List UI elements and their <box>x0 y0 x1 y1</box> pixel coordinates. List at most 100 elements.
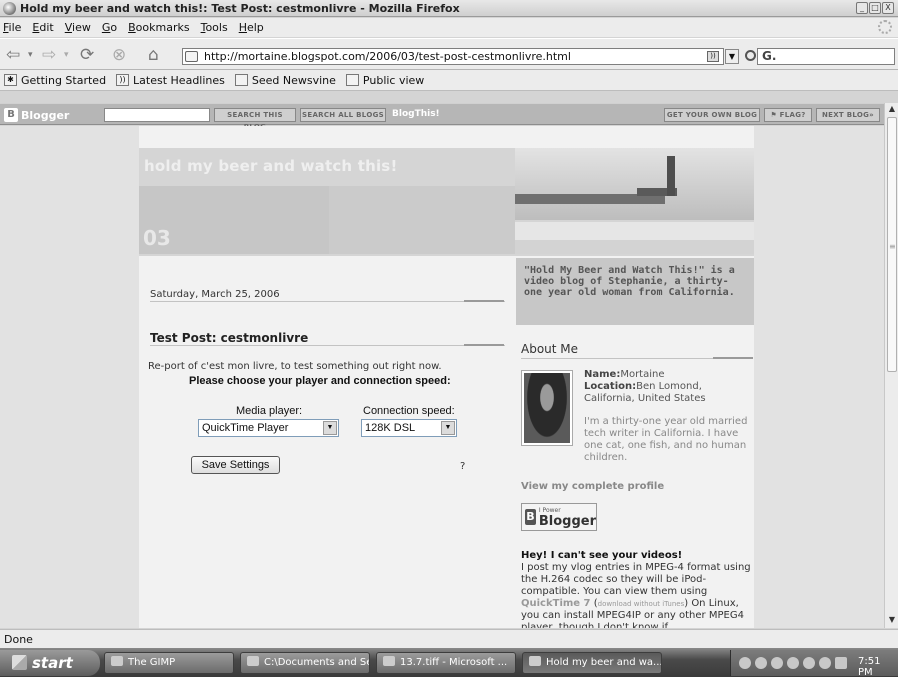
vertical-scrollbar[interactable]: ▲ ≡ ▼ <box>884 103 898 628</box>
divider-accent <box>464 300 504 302</box>
bookmark-latest-headlines[interactable]: )) Latest Headlines <box>116 74 225 87</box>
stop-icon[interactable]: ⊗ <box>112 45 126 65</box>
save-settings-button[interactable]: Save Settings <box>191 456 280 474</box>
taskbar-item-tiff[interactable]: 13.7.tiff - Microsoft ... <box>376 652 516 674</box>
window-titlebar: Hold my beer and watch this!: Test Post:… <box>0 0 898 17</box>
window-title: Hold my beer and watch this!: Test Post:… <box>20 1 460 15</box>
back-arrow-icon[interactable]: ⇦ <box>6 45 20 65</box>
menu-bookmarks[interactable]: Bookmarks <box>128 21 189 34</box>
start-label: start <box>32 654 73 672</box>
system-tray: 7:51 PM <box>730 650 898 677</box>
window-controls: _ □ X <box>856 2 894 14</box>
tray-app-icon[interactable] <box>771 657 783 669</box>
menu-go[interactable]: Go <box>102 21 117 34</box>
home-icon[interactable]: ⌂ <box>148 45 159 65</box>
forward-arrow-icon[interactable]: ⇨ <box>42 45 56 65</box>
menu-edit[interactable]: Edit <box>32 21 53 34</box>
reload-icon[interactable]: ⟳ <box>80 45 94 65</box>
rss-feed-icon[interactable]: )) <box>707 51 719 62</box>
page-icon <box>345 74 359 86</box>
clock: 7:51 PM <box>858 656 881 677</box>
status-bar: Done <box>0 629 898 648</box>
view-profile-link[interactable]: View my complete profile <box>521 481 664 492</box>
maximize-button[interactable]: □ <box>869 2 881 14</box>
scroll-down-arrow-icon[interactable]: ▼ <box>886 615 898 627</box>
next-blog-button[interactable]: NEXT BLOG» <box>816 108 880 122</box>
download-link[interactable]: download without iTunes <box>598 600 685 608</box>
menu-view[interactable]: View <box>65 21 91 34</box>
quicktime-link[interactable]: QuickTime 7 <box>521 598 591 609</box>
tray-app-icon[interactable] <box>803 657 815 669</box>
bookmark-getting-started[interactable]: ✱ Getting Started <box>4 74 106 87</box>
start-button[interactable]: start <box>0 650 100 676</box>
blogthis-link[interactable]: BlogThis! <box>392 109 440 119</box>
help-title: Hey! I can't see your videos! <box>521 550 683 561</box>
chevron-down-icon[interactable]: ▼ <box>441 421 455 435</box>
bookmarks-toolbar: ✱ Getting Started )) Latest Headlines Seed… <box>0 70 898 91</box>
avatar[interactable] <box>521 370 573 446</box>
page-icon <box>185 51 198 62</box>
blog-description: "Hold My Beer and Watch This!" is a vide… <box>516 258 754 325</box>
bookmark-seed-newsvine[interactable]: Seed Newsvine <box>234 73 336 87</box>
blog-title[interactable]: hold my beer and watch this! <box>144 157 397 175</box>
volume-icon[interactable] <box>755 657 767 669</box>
network-icon[interactable] <box>787 657 799 669</box>
blog-content: hold my beer and watch this! 03 Saturday… <box>139 126 754 628</box>
search-this-blog-button[interactable]: SEARCH THIS BLOG <box>214 108 296 131</box>
scrollbar-grip-icon: ≡ <box>889 242 896 251</box>
search-all-blogs-button[interactable]: SEARCH ALL BLOGS <box>300 108 386 122</box>
bookmark-label: Public view <box>362 73 425 87</box>
url-history-dropdown[interactable]: ▼ <box>725 49 739 64</box>
post-title[interactable]: Test Post: cestmonlivre <box>150 331 308 345</box>
help-link[interactable]: ? <box>460 461 465 472</box>
close-button[interactable]: X <box>882 2 894 14</box>
back-dropdown-icon[interactable]: ▾ <box>28 45 33 65</box>
taskbar-item-firefox[interactable]: Hold my beer and wa... <box>522 652 662 674</box>
bookmark-public-view[interactable]: Public view <box>345 73 425 87</box>
chevron-down-icon[interactable]: ▼ <box>323 421 337 435</box>
flag-button[interactable]: ⚑ FLAG? <box>764 108 812 122</box>
menu-help[interactable]: Help <box>239 21 264 34</box>
display-icon[interactable] <box>835 657 847 669</box>
get-own-blog-button[interactable]: GET YOUR OWN BLOG <box>664 108 760 122</box>
bookmark-label: Seed Newsvine <box>251 73 336 87</box>
task-label: Hold my beer and wa... <box>546 657 662 668</box>
blogger-b-icon: B <box>525 509 536 525</box>
blogger-navbar: BBlogger SEARCH THIS BLOG SEARCH ALL BLO… <box>0 103 884 131</box>
avatar-photo <box>524 373 570 443</box>
divider-accent <box>713 357 753 359</box>
folder-icon <box>247 656 259 666</box>
taskbar: start The GIMP C:\Documents and Se... 13… <box>0 648 898 677</box>
divider <box>150 345 505 346</box>
scroll-up-arrow-icon[interactable]: ▲ <box>886 104 898 116</box>
taskbar-item-explorer[interactable]: C:\Documents and Se... <box>240 652 370 674</box>
taskbar-item-gimp[interactable]: The GIMP <box>104 652 234 674</box>
profile-info: Name:Mortaine Location:Ben Lomond, Calif… <box>584 369 754 405</box>
menu-tools[interactable]: Tools <box>201 21 228 34</box>
connection-speed-value: 128K DSL <box>365 422 416 434</box>
blogger-logo[interactable]: B Blogger <box>4 108 69 122</box>
divider <box>150 301 505 302</box>
menu-bar: File Edit View Go Bookmarks Tools Help <box>0 18 898 37</box>
menu-file[interactable]: File <box>3 21 21 34</box>
help-text-part: ( <box>590 598 598 609</box>
address-bar[interactable]: )) <box>182 48 724 65</box>
connection-speed-select[interactable]: 128K DSL ▼ <box>361 419 457 437</box>
media-player-select[interactable]: QuickTime Player ▼ <box>198 419 339 437</box>
tray-app-icon[interactable] <box>819 657 831 669</box>
tray-back-icon[interactable] <box>739 657 751 669</box>
forward-dropdown-icon[interactable]: ▾ <box>64 45 69 65</box>
search-input[interactable]: G. <box>757 48 895 65</box>
post-body: Re-port of c'est mon livre, to test some… <box>148 361 442 372</box>
blog-search-input[interactable] <box>104 108 210 122</box>
throbber-icon <box>878 20 892 34</box>
minimize-button[interactable]: _ <box>856 2 868 14</box>
windows-logo-icon <box>12 655 27 670</box>
flame-icon: ✱ <box>4 74 17 86</box>
name-value[interactable]: Mortaine <box>620 369 664 380</box>
page-viewport: hold my beer and watch this! 03 Saturday… <box>0 126 884 628</box>
navigation-toolbar: ⇦ ▾ ⇨ ▾ ⟳ ⊗ ⌂ )) ▼ Go G. <box>0 38 898 70</box>
bookmark-label: Getting Started <box>21 73 107 87</box>
powered-by-blogger-badge[interactable]: B I Power Blogger <box>521 503 597 531</box>
url-input[interactable] <box>204 50 664 63</box>
